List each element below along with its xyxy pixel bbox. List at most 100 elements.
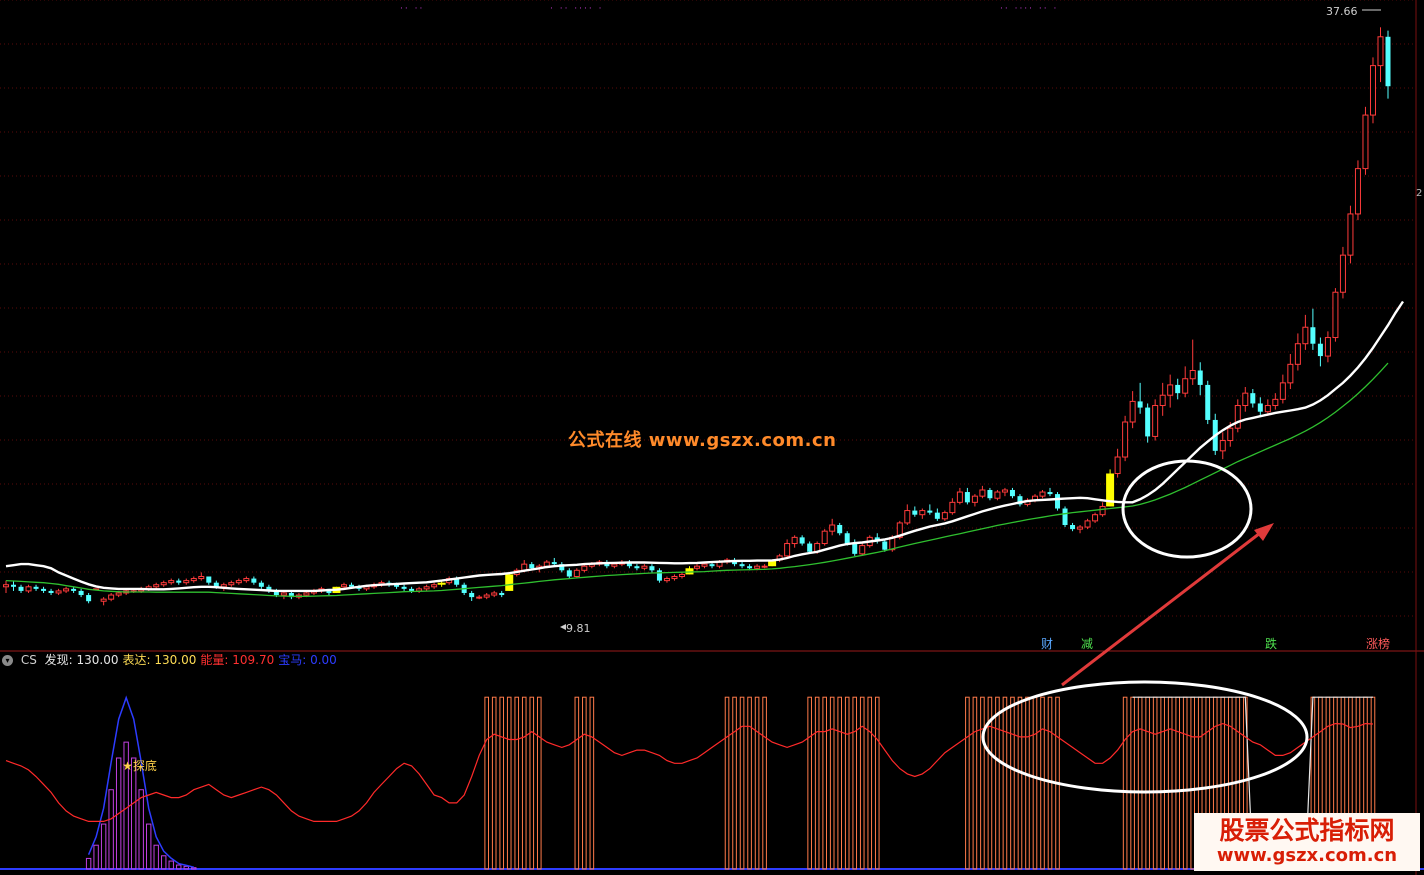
candle-up	[829, 524, 836, 532]
annotation-overlays	[560, 9, 1381, 794]
candle-down	[251, 578, 257, 583]
event-marker[interactable]: 涨榜	[1366, 635, 1390, 652]
signal-column	[1152, 696, 1158, 870]
candle-down	[1062, 508, 1068, 525]
candle-down	[709, 564, 715, 567]
candle-up	[1377, 36, 1384, 67]
signal-candle	[505, 574, 514, 591]
indicator-bar	[108, 789, 114, 870]
signal-column	[582, 696, 587, 870]
event-marker[interactable]: 财	[1041, 635, 1053, 652]
indicator-highlight-ellipse	[981, 680, 1309, 794]
candle-up	[1242, 392, 1249, 407]
candle-up	[115, 592, 122, 596]
indicator-envelope	[87, 695, 194, 868]
candle-up	[431, 584, 438, 588]
candle-up	[25, 586, 32, 592]
candle-up	[1122, 421, 1129, 458]
indicator-histogram	[85, 695, 197, 870]
signal-column	[867, 696, 873, 870]
candle-down	[927, 510, 933, 513]
candle-down	[551, 562, 557, 565]
high-price-label: 37.66	[1326, 5, 1358, 18]
indicator-bar	[161, 855, 167, 870]
indicator-bar	[138, 789, 144, 870]
indicator-bar	[93, 844, 99, 870]
indicator-name[interactable]: CS	[21, 653, 37, 667]
candle-down	[799, 537, 805, 544]
signal-column	[972, 696, 978, 870]
candle-down	[807, 543, 813, 552]
candle-up	[100, 598, 107, 602]
candle-up	[904, 510, 911, 524]
candle-up	[573, 569, 580, 578]
candle-up	[303, 592, 310, 596]
signal-column	[1122, 696, 1128, 870]
candle-up	[671, 576, 678, 580]
candle-up	[1287, 363, 1294, 384]
signal-column	[574, 696, 580, 870]
indicator-lines: ★探底	[5, 696, 1376, 870]
signal-column	[822, 696, 827, 870]
signal-column	[965, 696, 970, 870]
event-marker[interactable]: 跌	[1265, 635, 1277, 652]
price-gridlines	[0, 0, 1416, 617]
signal-column	[739, 696, 745, 870]
signal-column	[814, 696, 820, 870]
candle-up	[1182, 378, 1189, 394]
candle-up	[1339, 254, 1346, 293]
candle-up	[228, 582, 235, 586]
indicator-bar	[146, 823, 152, 870]
top-flag-marks: ·· ···· ·· ·	[1000, 4, 1059, 14]
signal-column	[499, 696, 505, 870]
candle-down	[401, 586, 407, 589]
signal-column	[536, 696, 542, 870]
candle-up	[1227, 427, 1234, 442]
collapse-icon[interactable]: ▾	[2, 655, 13, 666]
indicator-bar	[100, 823, 107, 870]
candle-down	[78, 590, 84, 596]
candle-up	[1001, 489, 1008, 493]
indicator-bar	[130, 757, 137, 870]
signal-column	[1025, 696, 1030, 870]
candle-down	[912, 510, 918, 515]
indicator-bar	[85, 857, 92, 870]
candle-up	[55, 590, 62, 594]
candle-up	[243, 578, 250, 582]
candle-up	[971, 495, 978, 503]
signal-column	[529, 696, 535, 870]
legend-item: 表达: 130.00	[122, 653, 197, 667]
candle-down	[258, 582, 264, 587]
signal-column	[837, 696, 843, 870]
event-marker[interactable]: 减	[1081, 635, 1093, 652]
candle-up	[476, 596, 483, 599]
candle-down	[469, 592, 475, 598]
signal-column	[506, 696, 512, 870]
signal-column	[589, 696, 595, 870]
candle-up	[1332, 291, 1339, 339]
candle-down	[844, 533, 850, 544]
candle-up	[1234, 405, 1241, 429]
signal-column	[859, 696, 865, 870]
candle-down	[1055, 494, 1061, 509]
candle-up	[483, 594, 490, 598]
candle-down	[1137, 401, 1143, 408]
candle-up	[1347, 213, 1354, 256]
candle-up	[791, 536, 798, 545]
right-edge-mark: 2	[1416, 188, 1423, 199]
signal-column	[732, 696, 737, 870]
candle-down	[499, 592, 505, 596]
candle-down	[1250, 393, 1256, 404]
candle-up	[168, 580, 175, 584]
candle-up	[1324, 337, 1331, 357]
candle-up	[949, 501, 956, 514]
signal-column	[980, 696, 985, 870]
candle-up	[190, 578, 197, 582]
signal-column	[1130, 696, 1135, 870]
signal-column	[1032, 696, 1038, 870]
signal-column	[1017, 696, 1023, 870]
signal-column	[995, 696, 1000, 870]
signal-label: ★探底	[122, 758, 157, 773]
candle-down	[987, 489, 993, 499]
candle-down	[747, 566, 753, 569]
